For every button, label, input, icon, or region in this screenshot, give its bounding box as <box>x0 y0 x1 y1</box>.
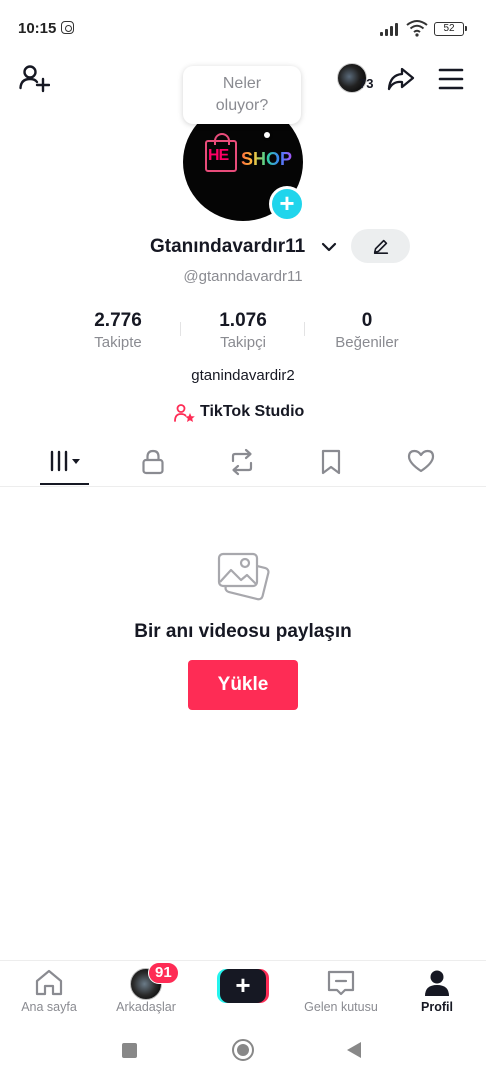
stat-value: 1.076 <box>219 310 267 331</box>
status-bar: 10:15 52 <box>0 0 486 58</box>
wifi-icon <box>406 20 428 37</box>
stat-value: 0 <box>361 310 373 331</box>
nav-friends[interactable]: 91 Arkadaşlar <box>114 961 179 1025</box>
tab-videos[interactable] <box>35 440 95 486</box>
upload-button[interactable]: Yükle <box>188 660 298 710</box>
nav-label: Ana sayfa <box>21 1000 77 1014</box>
bubble-line-2: oluyor? <box>215 97 269 114</box>
handle: @gtanndavardr11 <box>183 268 303 285</box>
battery-indicator: 52 <box>434 22 467 36</box>
tab-reposts[interactable] <box>212 440 272 486</box>
add-avatar-button[interactable]: + <box>269 186 305 222</box>
home-icon <box>35 969 63 996</box>
logo-prefix: HE <box>208 147 229 164</box>
inbox-icon <box>327 970 355 996</box>
stats: 2.776 Takipte 1.076 Takipçi 0 Beğeniler <box>0 310 486 354</box>
create-button[interactable]: + <box>217 969 269 1003</box>
photo-memory-icon <box>217 552 270 601</box>
stat-divider <box>180 322 181 336</box>
notification-count: 73 <box>359 76 374 91</box>
bubble-tail <box>264 132 270 138</box>
heart-icon <box>407 449 435 473</box>
videos-grid-icon <box>50 450 80 472</box>
studio-label: TikTok Studio <box>200 403 305 420</box>
plus-icon: + <box>220 969 266 1003</box>
add-friend-icon[interactable] <box>18 62 50 94</box>
nav-profile[interactable]: Profil <box>406 961 468 1025</box>
stat-likes[interactable]: 0 Beğeniler <box>322 310 412 351</box>
bookmark-icon <box>321 449 341 475</box>
bubble-line-1: Neler <box>222 75 262 92</box>
display-name[interactable]: Gtanındavardır11 <box>150 236 305 258</box>
stat-value: 2.776 <box>94 310 142 331</box>
system-nav-bar <box>0 1024 486 1080</box>
stat-divider <box>304 322 305 336</box>
profile-icon <box>425 970 449 996</box>
instagram-notification-icon <box>61 21 74 34</box>
home-button[interactable] <box>232 1039 254 1061</box>
status-bubble[interactable]: Neler oluyor? <box>183 66 301 124</box>
menu-icon[interactable] <box>437 65 465 93</box>
stat-label: Takipçi <box>220 334 266 351</box>
stat-label: Takipte <box>94 334 142 351</box>
share-icon[interactable] <box>386 64 416 94</box>
active-tab-indicator <box>40 483 89 485</box>
stat-followers[interactable]: 1.076 Takipçi <box>203 310 283 351</box>
studio-person-star-icon <box>174 404 195 422</box>
stat-following[interactable]: 2.776 Takipte <box>78 310 158 351</box>
content-tabs <box>0 440 486 487</box>
empty-state-title: Bir anı videosu paylaşın <box>134 621 352 642</box>
bio: gtanindavardir2 <box>191 367 295 384</box>
nav-home[interactable]: Ana sayfa <box>12 961 86 1025</box>
signal-icon <box>380 22 402 36</box>
status-time: 10:15 <box>18 20 57 37</box>
pencil-icon <box>373 239 389 255</box>
repost-icon <box>231 448 253 476</box>
nav-inbox[interactable]: Gelen kutusu <box>296 961 386 1025</box>
nav-label: Gelen kutusu <box>304 1000 378 1014</box>
recents-button[interactable] <box>122 1043 137 1058</box>
stat-label: Beğeniler <box>335 334 399 351</box>
edit-profile-button[interactable] <box>351 229 410 263</box>
bottom-nav: Ana sayfa 91 Arkadaşlar + Gelen kutusu P… <box>0 960 486 1024</box>
tab-private[interactable] <box>123 440 183 486</box>
nav-label: Arkadaşlar <box>116 1000 176 1014</box>
back-button[interactable] <box>347 1042 361 1058</box>
logo-text: SHOP <box>241 149 293 169</box>
friends-badge: 91 <box>148 962 179 984</box>
chevron-down-icon[interactable] <box>321 239 337 255</box>
nav-label: Profil <box>421 1000 453 1014</box>
tab-liked[interactable] <box>391 440 451 486</box>
tab-saved[interactable] <box>301 440 361 486</box>
lock-icon <box>142 449 164 475</box>
